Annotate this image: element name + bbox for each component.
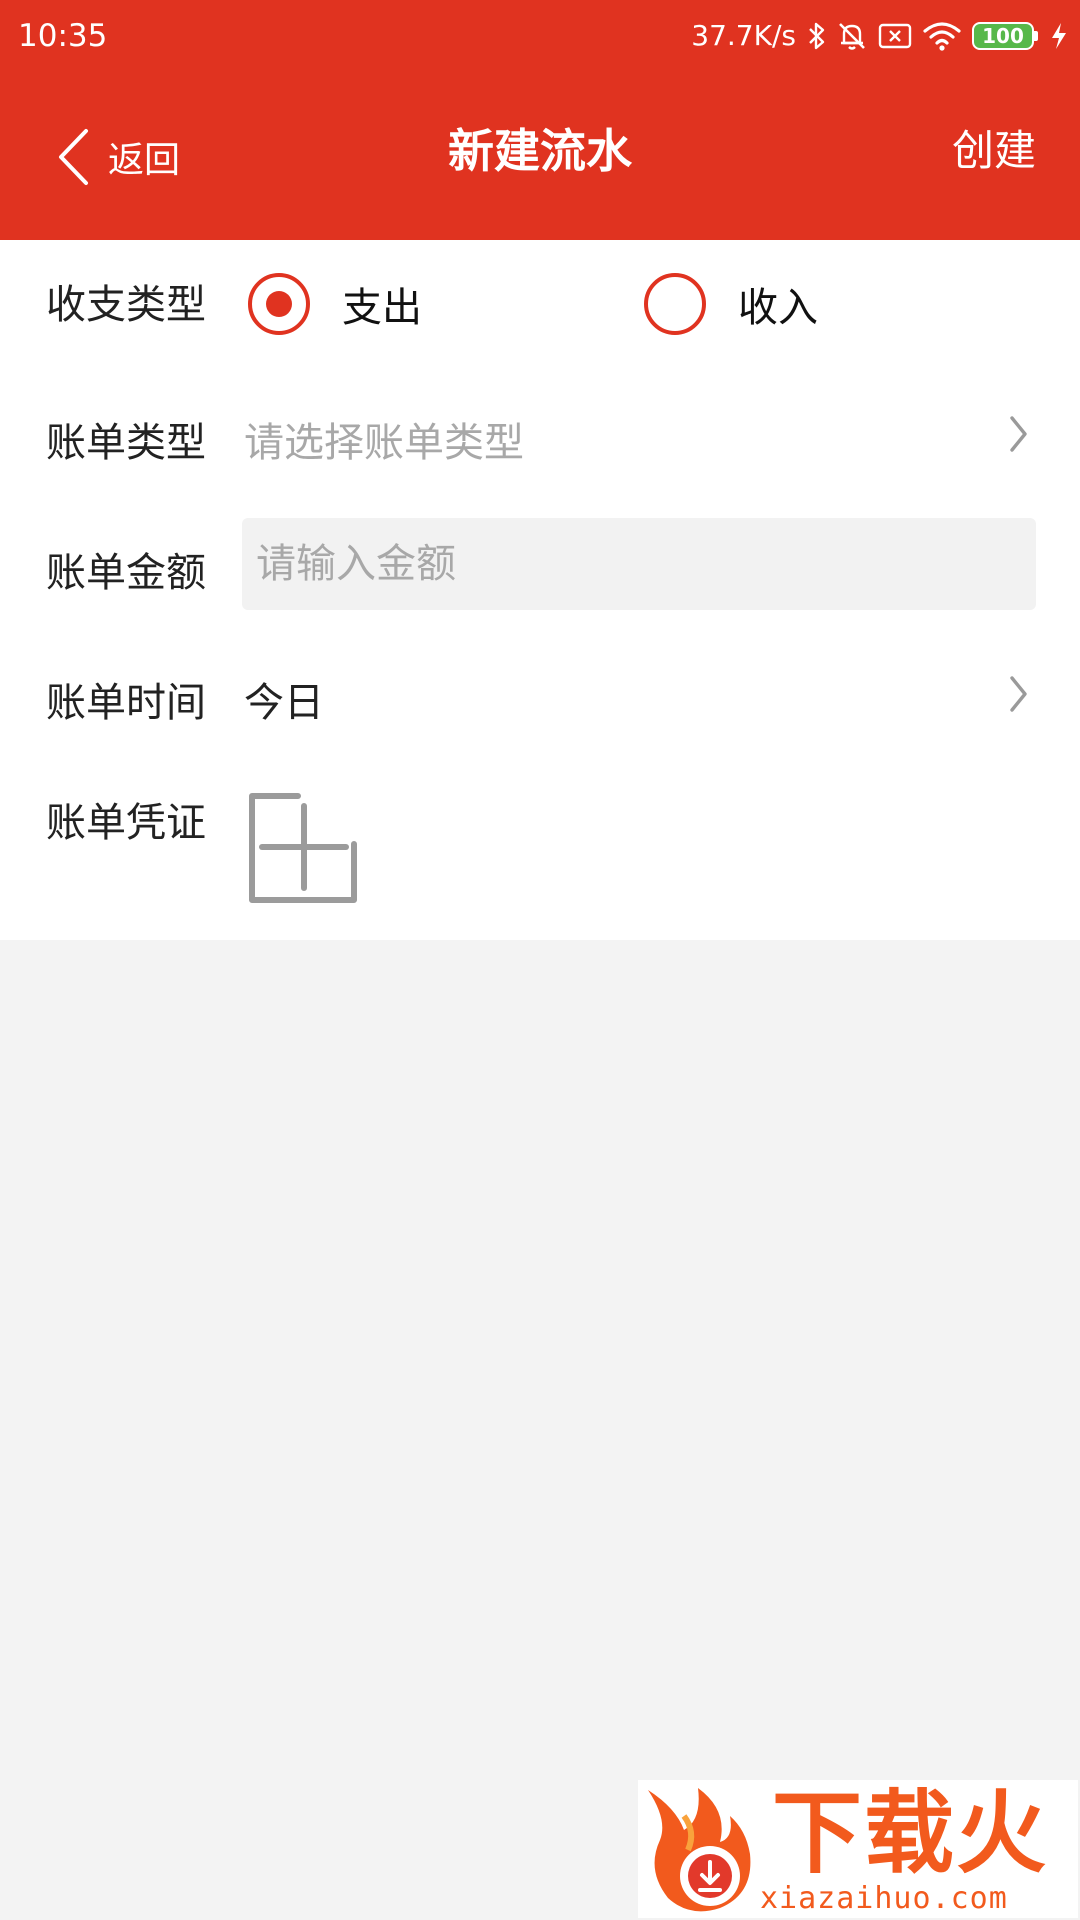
radio-expense[interactable]: 支出 (248, 273, 422, 335)
create-button[interactable]: 创建 (952, 116, 1036, 186)
bill-type-row[interactable]: 账单类型 请选择账单类型 (0, 370, 1080, 500)
status-icons: 37.7K/s 100 (691, 14, 1068, 58)
bill-type-placeholder: 请选择账单类型 (244, 420, 524, 466)
transaction-type-label: 收支类型 (46, 282, 206, 328)
page-title: 新建流水 (448, 124, 632, 178)
radio-dot (266, 291, 292, 317)
amount-label: 账单金额 (46, 550, 206, 596)
watermark: 下载火 xiazaihuo.com (638, 1780, 1078, 1918)
transaction-form: 收支类型 支出 收入 账单类型 请选择账单类型 账单金额 账单时间 今日 账单凭… (0, 240, 1080, 940)
radio-expense-label: 支出 (342, 285, 422, 331)
chevron-right-icon (1010, 676, 1027, 712)
amount-input[interactable] (242, 518, 1036, 610)
battery-level: 100 (982, 24, 1024, 48)
radio-income[interactable]: 收入 (644, 273, 818, 335)
navigation-bar: 返回 新建流水 创建 (0, 72, 1080, 240)
status-bar: 10:35 37.7K/s 100 (0, 0, 1080, 72)
bill-time-row[interactable]: 账单时间 今日 (0, 630, 1080, 760)
charging-icon (1050, 14, 1068, 58)
chevron-right-icon (1010, 416, 1027, 452)
radio-checked-icon (248, 273, 310, 335)
no-sim-icon (878, 14, 912, 58)
battery-icon: 100 (972, 14, 1038, 58)
radio-income-label: 收入 (738, 285, 818, 331)
bluetooth-icon (808, 14, 826, 58)
battery-indicator: 100 (972, 22, 1038, 50)
bill-type-label: 账单类型 (46, 420, 206, 466)
bill-time-value: 今日 (244, 680, 324, 726)
radio-unchecked-icon (644, 273, 706, 335)
network-speed: 37.7K/s (691, 19, 796, 52)
wifi-icon (922, 14, 962, 58)
watermark-title: 下载火 (772, 1781, 1048, 1886)
receipt-label: 账单凭证 (46, 800, 206, 846)
add-image-icon[interactable] (248, 792, 358, 904)
flame-logo-icon (648, 1788, 751, 1912)
watermark-url: xiazaihuo.com (760, 1881, 1008, 1916)
status-time: 10:35 (18, 18, 108, 54)
transaction-type-row: 收支类型 支出 收入 (0, 240, 1080, 370)
bill-time-label: 账单时间 (46, 680, 206, 726)
mute-icon (836, 14, 868, 58)
